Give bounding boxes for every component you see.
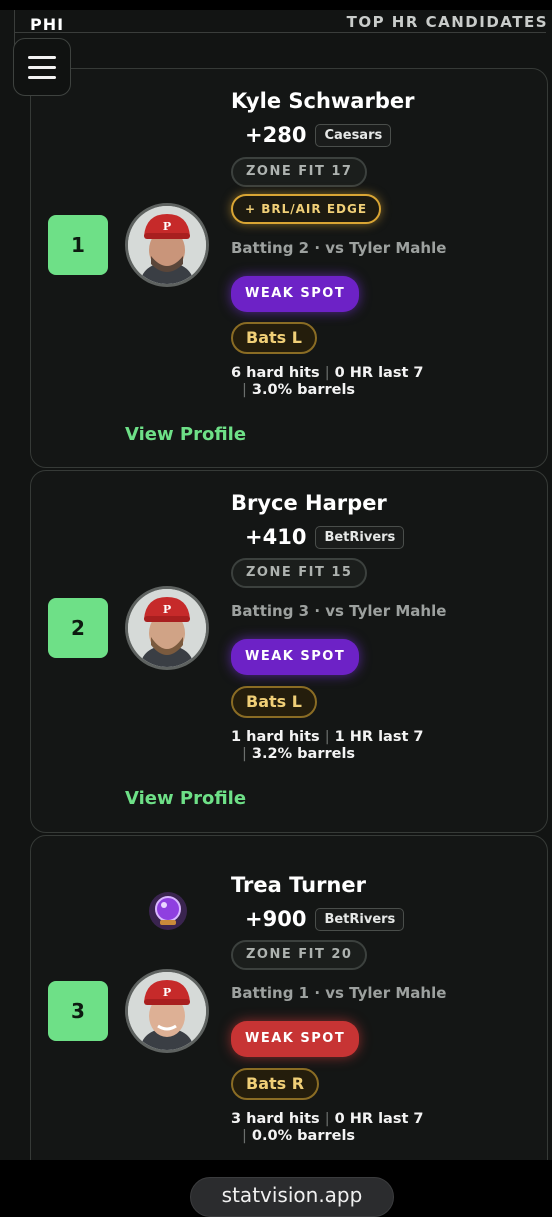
player-card: 1 P Kyle Schwarber +280 Caesars ZONE FIT… <box>30 68 548 468</box>
odds-value: +900 <box>245 907 307 931</box>
sportsbook-badge: BetRivers <box>315 525 405 549</box>
rank-badge: 1 <box>48 215 108 275</box>
team-code: PHI <box>30 15 65 34</box>
player-name: Kyle Schwarber <box>231 89 415 113</box>
player-avatar: P <box>125 969 209 1053</box>
svg-text:P: P <box>163 220 171 233</box>
url-bar[interactable]: statvision.app <box>190 1177 394 1217</box>
stat-separator: | <box>324 365 330 381</box>
stat-separator: | <box>324 1111 330 1127</box>
view-profile-link[interactable]: View Profile <box>125 424 246 445</box>
view-profile-link[interactable]: View Profile <box>125 788 246 809</box>
player-headshot-icon: P <box>128 589 206 667</box>
odds-row: +410 BetRivers <box>245 525 405 549</box>
player-name: Trea Turner <box>231 873 366 897</box>
bats-badge: Bats L <box>231 686 317 718</box>
stat-separator: | <box>242 1128 247 1144</box>
svg-text:P: P <box>163 986 171 999</box>
player-name: Bryce Harper <box>231 491 387 515</box>
rank-badge: 3 <box>48 981 108 1041</box>
player-card: 3 P Trea Turner +900 BetRivers ZONE FIT … <box>30 835 548 1160</box>
stat-separator: | <box>324 729 330 745</box>
stat-separator: | <box>242 382 247 398</box>
zone-fit-badge: ZONE FIT 17 <box>231 157 368 187</box>
batting-matchup: Batting 2 · vs Tyler Mahle <box>231 239 447 257</box>
batting-matchup: Batting 3 · vs Tyler Mahle <box>231 602 447 620</box>
menu-icon-bar <box>28 75 56 79</box>
header-divider <box>14 32 546 33</box>
weak-spot-badge: WEAK SPOT <box>231 1021 360 1057</box>
player-avatar: P <box>125 586 209 670</box>
status-bar <box>0 0 552 10</box>
browser-bottom-bar: statvision.app <box>0 1160 552 1217</box>
crystal-ball-icon <box>147 890 189 932</box>
sportsbook-badge: BetRivers <box>315 907 405 931</box>
rank-badge: 2 <box>48 598 108 658</box>
player-card: 2 P Bryce Harper +410 BetRivers ZONE FIT… <box>30 470 548 833</box>
barrels-stat: 0.0% barrels <box>251 1128 356 1144</box>
player-stats: 3 hard hits | 0 HR last 7 | 0.0% barrels <box>231 1111 424 1145</box>
sportsbook-badge: Caesars <box>315 123 392 147</box>
weak-spot-badge: WEAK SPOT <box>231 639 360 675</box>
player-stats: 1 hard hits | 1 HR last 7 | 3.2% barrels <box>231 729 424 763</box>
bats-badge: Bats R <box>231 1068 320 1100</box>
barrels-stat: 3.2% barrels <box>251 746 356 762</box>
hard-hits-stat: 1 hard hits <box>231 729 320 745</box>
hr-last7-stat: 0 HR last 7 <box>334 365 424 381</box>
odds-row: +900 BetRivers <box>245 907 405 931</box>
menu-icon-bar <box>28 65 56 69</box>
brl-air-edge-badge: + BRL/AIR EDGE <box>231 194 382 224</box>
stat-separator: | <box>242 746 247 762</box>
hr-last7-stat: 1 HR last 7 <box>334 729 424 745</box>
hard-hits-stat: 6 hard hits <box>231 365 320 381</box>
player-avatar: P <box>125 203 209 287</box>
weak-spot-badge: WEAK SPOT <box>231 276 360 312</box>
zone-fit-badge: ZONE FIT 20 <box>231 940 368 970</box>
page-content: PHI TOP HR CANDIDATES 1 P Kyle Schwarber… <box>0 10 552 1160</box>
section-title: TOP HR CANDIDATES <box>346 13 548 31</box>
hr-last7-stat: 0 HR last 7 <box>334 1111 424 1127</box>
bats-badge: Bats L <box>231 322 317 354</box>
odds-value: +410 <box>245 525 307 549</box>
hard-hits-stat: 3 hard hits <box>231 1111 320 1127</box>
zone-fit-badge: ZONE FIT 15 <box>231 558 368 588</box>
player-headshot-icon: P <box>128 972 206 1050</box>
player-stats: 6 hard hits | 0 HR last 7 | 3.0% barrels <box>231 365 424 399</box>
barrels-stat: 3.0% barrels <box>251 382 356 398</box>
svg-text:P: P <box>163 603 171 616</box>
menu-button[interactable] <box>13 38 71 96</box>
menu-icon <box>28 55 56 59</box>
batting-matchup: Batting 1 · vs Tyler Mahle <box>231 984 447 1002</box>
odds-value: +280 <box>245 123 307 147</box>
player-headshot-icon: P <box>128 206 206 284</box>
odds-row: +280 Caesars <box>245 123 392 147</box>
